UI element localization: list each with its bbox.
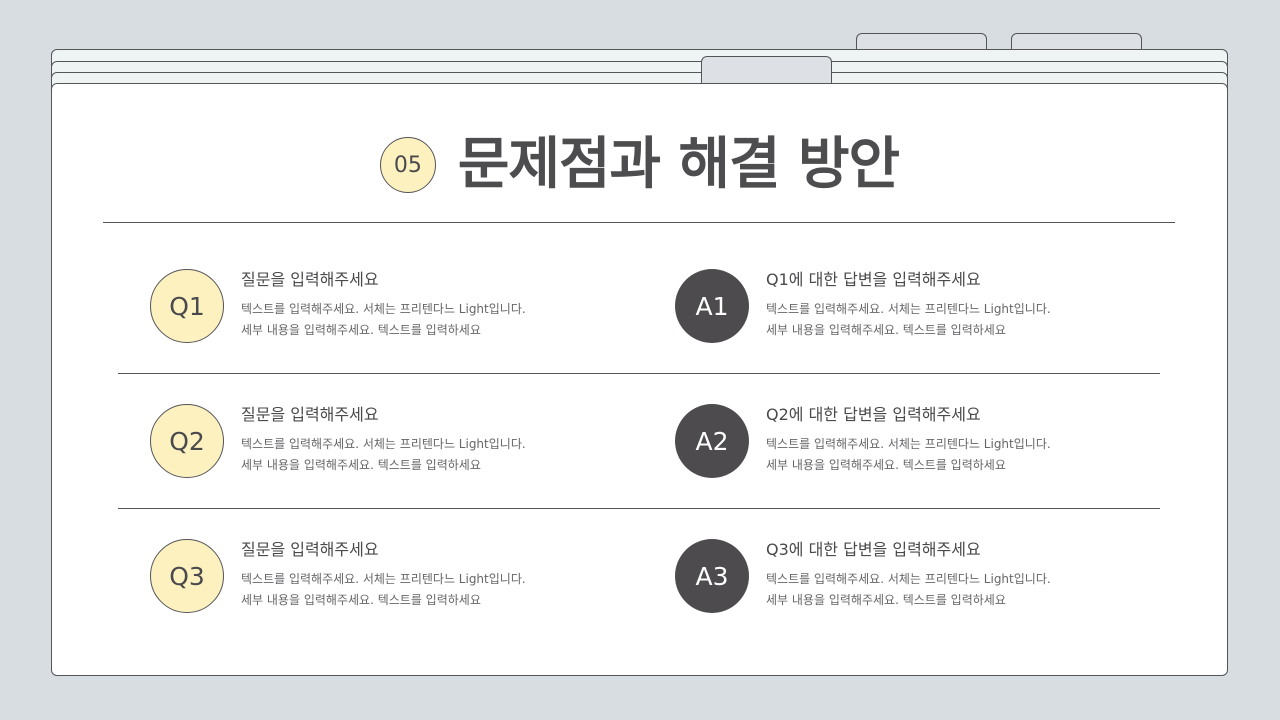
- question-body: 텍스트를 입력해주세요. 서체는 프리텐다느 Light입니다. 세부 내용을 …: [241, 569, 571, 611]
- answer-text: Q3에 대한 답변을 입력해주세요 텍스트를 입력해주세요. 서체는 프리텐다느…: [766, 539, 1096, 611]
- body-line: 텍스트를 입력해주세요. 서체는 프리텐다느 Light입니다.: [766, 302, 1051, 316]
- answer-body: 텍스트를 입력해주세요. 서체는 프리텐다느 Light입니다. 세부 내용을 …: [766, 434, 1096, 476]
- question-text: 질문을 입력해주세요 텍스트를 입력해주세요. 서체는 프리텐다느 Light입…: [241, 404, 571, 476]
- title-divider: [103, 222, 1175, 223]
- body-line: 텍스트를 입력해주세요. 서체는 프리텐다느 Light입니다.: [241, 302, 526, 316]
- section-number-badge: 05: [379, 137, 436, 193]
- question-text: 질문을 입력해주세요 텍스트를 입력해주세요. 서체는 프리텐다느 Light입…: [241, 269, 571, 341]
- qa-row: Q2 질문을 입력해주세요 텍스트를 입력해주세요. 서체는 프리텐다느 Lig…: [52, 404, 1227, 494]
- answer-body: 텍스트를 입력해주세요. 서체는 프리텐다느 Light입니다. 세부 내용을 …: [766, 569, 1096, 611]
- row-divider: [118, 508, 1160, 509]
- answer-text: Q1에 대한 답변을 입력해주세요 텍스트를 입력해주세요. 서체는 프리텐다느…: [766, 269, 1096, 341]
- answer-body: 텍스트를 입력해주세요. 서체는 프리텐다느 Light입니다. 세부 내용을 …: [766, 299, 1096, 341]
- question-heading: 질문을 입력해주세요: [241, 540, 379, 559]
- question-badge: Q3: [150, 539, 224, 613]
- qa-row: Q1 질문을 입력해주세요 텍스트를 입력해주세요. 서체는 프리텐다느 Lig…: [52, 269, 1227, 359]
- page-title: 문제점과 해결 방안: [457, 132, 900, 197]
- answer-badge: A1: [675, 269, 749, 343]
- answer-heading: Q2에 대한 답변을 입력해주세요: [766, 405, 981, 424]
- body-line: 텍스트를 입력해주세요. 서체는 프리텐다느 Light입니다.: [241, 437, 526, 451]
- answer-heading: Q1에 대한 답변을 입력해주세요: [766, 270, 981, 289]
- question-body: 텍스트를 입력해주세요. 서체는 프리텐다느 Light입니다. 세부 내용을 …: [241, 434, 571, 476]
- body-line: 세부 내용을 입력해주세요. 텍스트를 입력하세요: [766, 593, 1006, 607]
- answer-badge: A3: [675, 539, 749, 613]
- answer-badge: A2: [675, 404, 749, 478]
- folder-tab-front: [701, 56, 832, 86]
- body-line: 텍스트를 입력해주세요. 서체는 프리텐다느 Light입니다.: [766, 437, 1051, 451]
- body-line: 텍스트를 입력해주세요. 서체는 프리텐다느 Light입니다.: [766, 572, 1051, 586]
- answer-text: Q2에 대한 답변을 입력해주세요 텍스트를 입력해주세요. 서체는 프리텐다느…: [766, 404, 1096, 476]
- body-line: 텍스트를 입력해주세요. 서체는 프리텐다느 Light입니다.: [241, 572, 526, 586]
- question-text: 질문을 입력해주세요 텍스트를 입력해주세요. 서체는 프리텐다느 Light입…: [241, 539, 571, 611]
- slide-card: 05 문제점과 해결 방안 Q1 질문을 입력해주세요 텍스트를 입력해주세요.…: [51, 83, 1228, 676]
- question-heading: 질문을 입력해주세요: [241, 405, 379, 424]
- row-divider: [118, 373, 1160, 374]
- body-line: 세부 내용을 입력해주세요. 텍스트를 입력하세요: [766, 323, 1006, 337]
- answer-heading: Q3에 대한 답변을 입력해주세요: [766, 540, 981, 559]
- body-line: 세부 내용을 입력해주세요. 텍스트를 입력하세요: [241, 458, 481, 472]
- body-line: 세부 내용을 입력해주세요. 텍스트를 입력하세요: [766, 458, 1006, 472]
- body-line: 세부 내용을 입력해주세요. 텍스트를 입력하세요: [241, 593, 481, 607]
- body-line: 세부 내용을 입력해주세요. 텍스트를 입력하세요: [241, 323, 481, 337]
- question-body: 텍스트를 입력해주세요. 서체는 프리텐다느 Light입니다. 세부 내용을 …: [241, 299, 571, 341]
- title-row: 05 문제점과 해결 방안: [52, 130, 1227, 200]
- qa-row: Q3 질문을 입력해주세요 텍스트를 입력해주세요. 서체는 프리텐다느 Lig…: [52, 539, 1227, 629]
- question-heading: 질문을 입력해주세요: [241, 270, 379, 289]
- question-badge: Q2: [150, 404, 224, 478]
- question-badge: Q1: [150, 269, 224, 343]
